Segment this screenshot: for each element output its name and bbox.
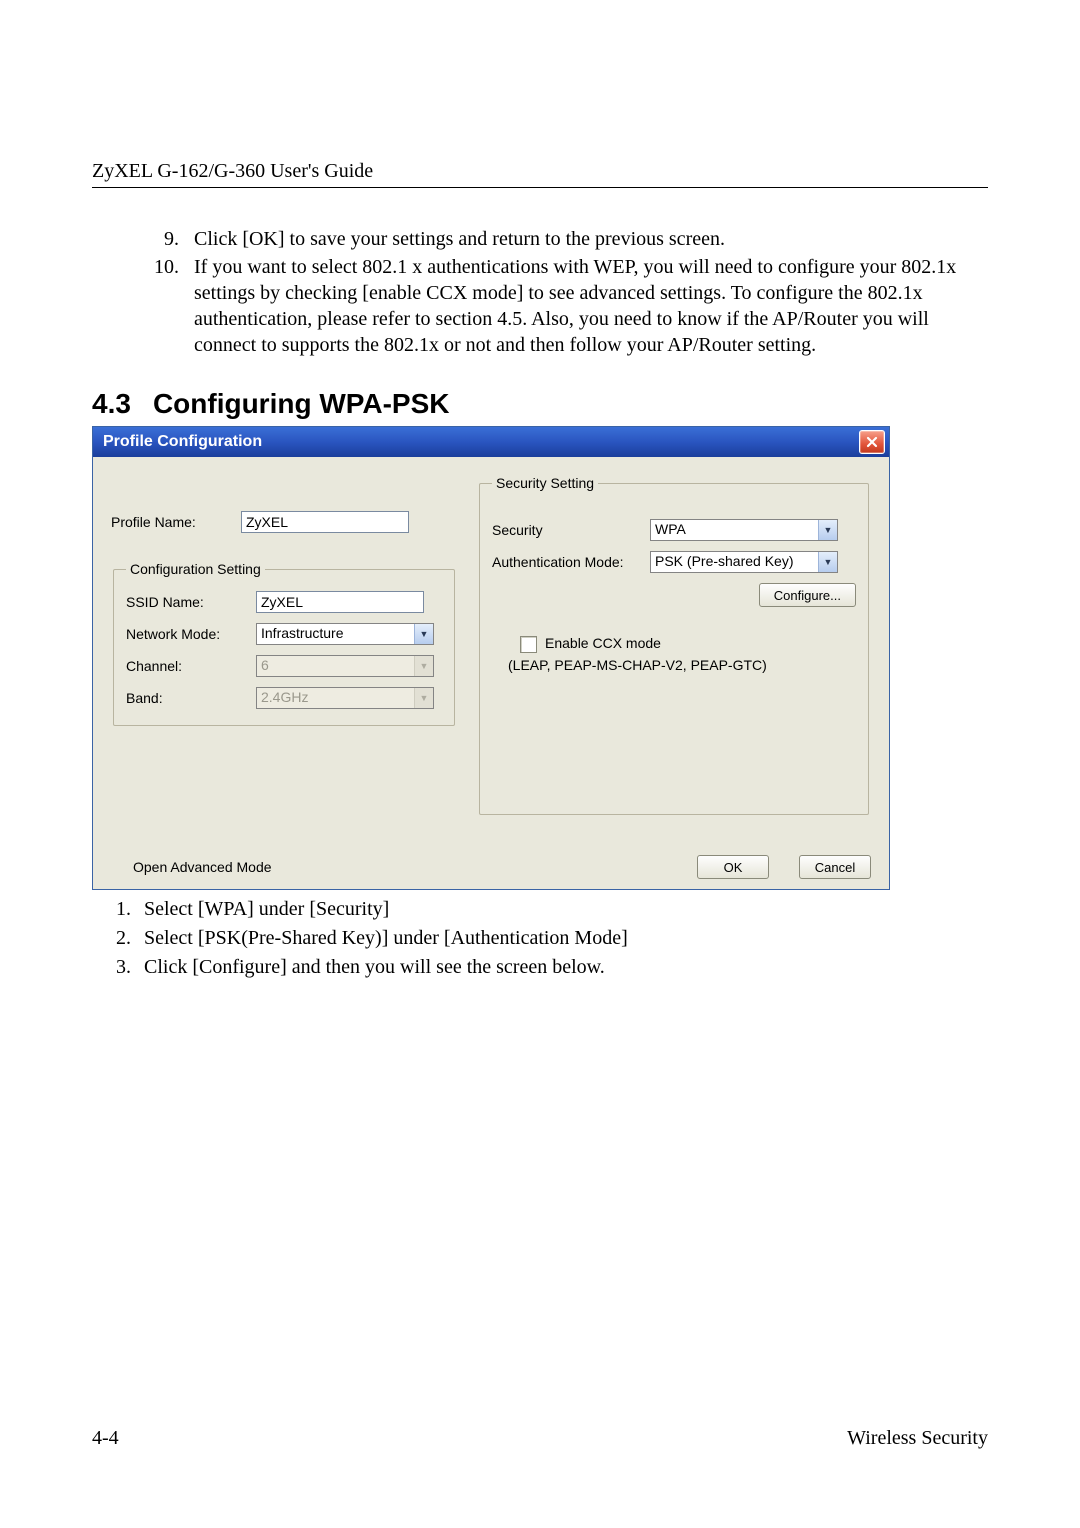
dropdown-arrow-icon: ▼ bbox=[414, 656, 433, 676]
dropdown-arrow-icon: ▼ bbox=[414, 624, 433, 644]
band-select: 2.4GHz ▼ bbox=[256, 687, 434, 709]
page-footer: 4-4 Wireless Security bbox=[92, 1427, 988, 1450]
network-mode-label: Network Mode: bbox=[126, 626, 256, 642]
security-setting-legend: Security Setting bbox=[492, 475, 598, 491]
channel-select: 6 ▼ bbox=[256, 655, 434, 677]
below-step-2: Select [PSK(Pre-Shared Key)] under [Auth… bbox=[136, 925, 988, 952]
auth-mode-label: Authentication Mode: bbox=[492, 554, 650, 570]
section-title-text: Configuring WPA-PSK bbox=[153, 388, 450, 419]
network-mode-select[interactable]: Infrastructure ▼ bbox=[256, 623, 434, 645]
instruction-list-top: Click [OK] to save your settings and ret… bbox=[92, 226, 988, 358]
footer-section: Wireless Security bbox=[847, 1427, 988, 1450]
dropdown-arrow-icon: ▼ bbox=[818, 552, 837, 572]
auth-mode-value: PSK (Pre-shared Key) bbox=[651, 552, 818, 572]
page-number: 4-4 bbox=[92, 1427, 119, 1450]
channel-label: Channel: bbox=[126, 658, 256, 674]
document-header: ZyXEL G-162/G-360 User's Guide bbox=[92, 160, 988, 188]
profile-configuration-dialog: Profile Configuration Profile Name: bbox=[92, 426, 890, 890]
step-10: If you want to select 802.1 x authentica… bbox=[184, 254, 988, 358]
enable-ccx-label: Enable CCX mode bbox=[545, 635, 661, 651]
band-label: Band: bbox=[126, 690, 256, 706]
network-mode-value: Infrastructure bbox=[257, 624, 414, 644]
security-setting-group: Security Setting Security WPA ▼ bbox=[479, 475, 869, 815]
dropdown-arrow-icon: ▼ bbox=[818, 520, 837, 540]
ssid-input[interactable] bbox=[256, 591, 424, 613]
instruction-list-bottom: Select [WPA] under [Security] Select [PS… bbox=[92, 896, 988, 981]
section-heading: 4.3 Configuring WPA-PSK bbox=[92, 388, 988, 420]
ok-button[interactable]: OK bbox=[697, 855, 769, 879]
section-number: 4.3 bbox=[92, 388, 131, 419]
auth-mode-select[interactable]: PSK (Pre-shared Key) ▼ bbox=[650, 551, 838, 573]
ccx-hint-text: (LEAP, PEAP-MS-CHAP-V2, PEAP-GTC) bbox=[508, 657, 856, 673]
security-label: Security bbox=[492, 522, 650, 538]
below-step-1: Select [WPA] under [Security] bbox=[136, 896, 988, 923]
close-button[interactable] bbox=[859, 430, 885, 454]
below-step-3: Click [Configure] and then you will see … bbox=[136, 954, 988, 981]
dropdown-arrow-icon: ▼ bbox=[414, 688, 433, 708]
cancel-button[interactable]: Cancel bbox=[799, 855, 871, 879]
channel-value: 6 bbox=[257, 656, 414, 676]
profile-name-label: Profile Name: bbox=[111, 514, 241, 530]
profile-name-input[interactable] bbox=[241, 511, 409, 533]
dialog-titlebar[interactable]: Profile Configuration bbox=[93, 427, 889, 457]
configuration-setting-group: Configuration Setting SSID Name: Network… bbox=[113, 561, 455, 726]
ssid-label: SSID Name: bbox=[126, 594, 256, 610]
open-advanced-mode-link[interactable]: Open Advanced Mode bbox=[133, 859, 272, 875]
close-icon bbox=[866, 436, 878, 448]
checkbox-box-icon bbox=[520, 636, 537, 653]
configuration-setting-legend: Configuration Setting bbox=[126, 561, 265, 577]
band-value: 2.4GHz bbox=[257, 688, 414, 708]
dialog-title: Profile Configuration bbox=[103, 433, 859, 451]
configure-button[interactable]: Configure... bbox=[759, 583, 856, 607]
step-9: Click [OK] to save your settings and ret… bbox=[184, 226, 988, 252]
security-value: WPA bbox=[651, 520, 818, 540]
security-select[interactable]: WPA ▼ bbox=[650, 519, 838, 541]
enable-ccx-checkbox[interactable]: Enable CCX mode bbox=[520, 635, 856, 653]
